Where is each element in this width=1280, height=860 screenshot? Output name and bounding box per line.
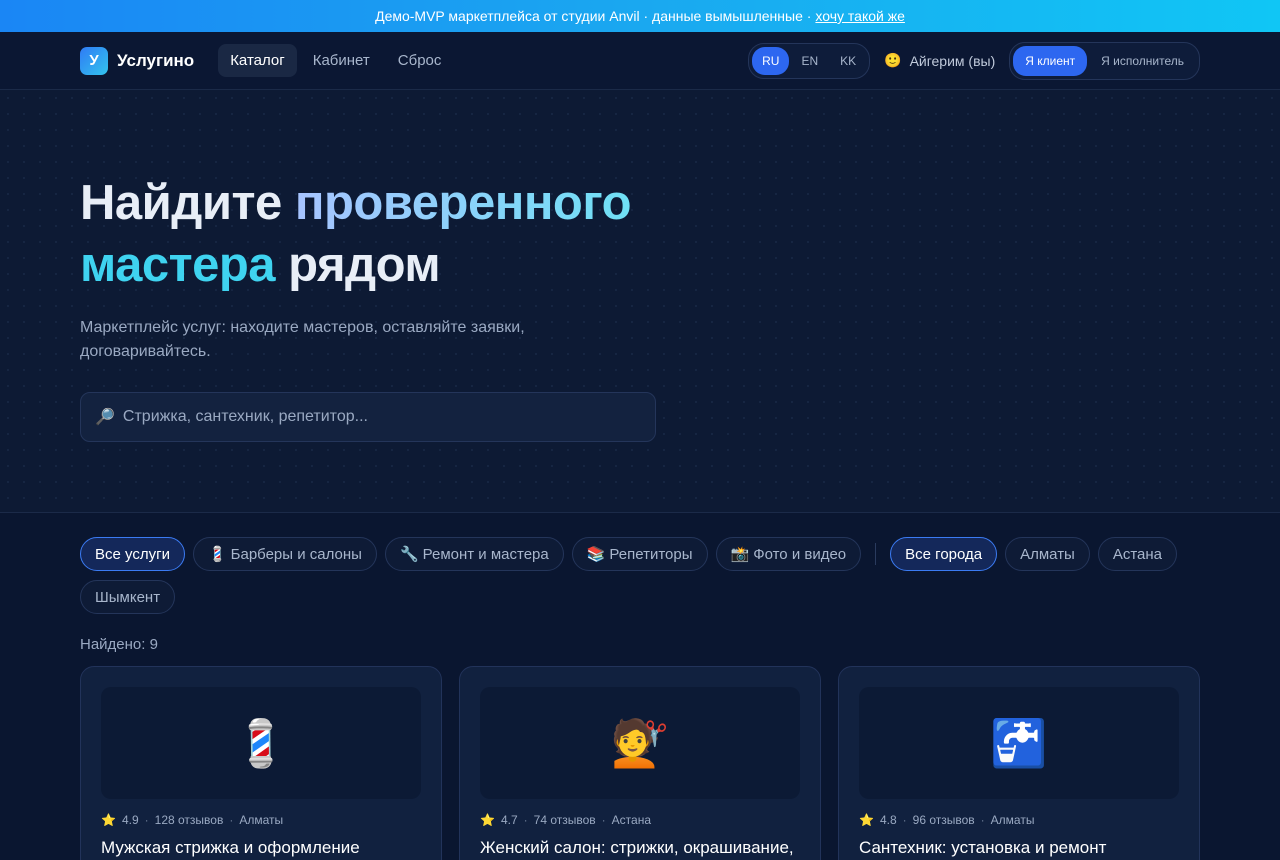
promo-banner: Демо-MVP маркетплейса от студии Anvil · … — [0, 0, 1280, 32]
nav-cabinet[interactable]: Кабинет — [301, 44, 382, 77]
wrench-icon: 🔧 — [399, 546, 419, 563]
service-cards: 💈 ⭐ 4.9 · 128 отзывов · Алматы Мужская с… — [0, 653, 1280, 860]
main-nav: Каталог Кабинет Сброс — [218, 44, 453, 77]
current-user[interactable]: 🙂 Айгерим (вы) — [884, 52, 995, 69]
card-reviews: 128 отзывов — [154, 813, 224, 827]
filter-divider — [875, 543, 877, 565]
filters-bar: Все услуги 💈 Барберы и салоны 🔧 Ремонт и… — [0, 513, 1280, 614]
barber-pole-icon: 💈 — [101, 687, 421, 799]
service-card[interactable]: 💇 ⭐ 4.7 · 74 отзывов · Астана Женский са… — [459, 666, 821, 860]
lang-ru-button[interactable]: RU — [752, 46, 790, 75]
meta-separator: · — [902, 813, 907, 827]
service-card[interactable]: 💈 ⭐ 4.9 · 128 отзывов · Алматы Мужская с… — [80, 666, 442, 860]
card-title: Сантехник: установка и ремонт — [859, 838, 1107, 857]
card-city: Астана — [611, 813, 651, 827]
card-meta: ⭐ 4.8 · 96 отзывов · Алматы — [859, 813, 1179, 827]
hero-title-part: Найдите — [80, 176, 295, 230]
card-meta: ⭐ 4.7 · 74 отзывов · Астана — [480, 813, 800, 827]
nav-catalog[interactable]: Каталог — [218, 44, 297, 77]
hero-title-part: рядом — [275, 238, 441, 292]
card-rating: 4.9 — [121, 813, 139, 827]
meta-separator: · — [229, 813, 234, 827]
star-icon: ⭐ — [859, 813, 874, 827]
card-meta: ⭐ 4.9 · 128 отзывов · Алматы — [101, 813, 421, 827]
role-client-button[interactable]: Я клиент — [1013, 45, 1088, 76]
camera-icon: 📸 — [730, 546, 750, 563]
hero-section: Найдите проверенного мастера рядом Марке… — [0, 90, 1280, 513]
haircut-icon: 💇 — [480, 687, 800, 799]
header-right: RU EN KK 🙂 Айгерим (вы) Я клиент Я испол… — [748, 41, 1200, 80]
card-city: Алматы — [239, 813, 284, 827]
results-count: Найдено: 9 — [80, 636, 158, 653]
search-input[interactable] — [122, 408, 641, 426]
category-chip-repair[interactable]: 🔧 Ремонт и мастера — [384, 537, 564, 571]
logo-text: Услугино — [117, 50, 195, 70]
category-chip-barbers[interactable]: 💈 Барберы и салоны — [192, 537, 377, 571]
hero-subtitle: Маркетплейс услуг: находите мастеров, ос… — [80, 319, 525, 360]
star-icon: ⭐ — [101, 813, 116, 827]
hero-title-highlight: проверенного — [294, 176, 632, 230]
card-title: Мужская стрижка и оформление — [101, 838, 360, 857]
books-icon: 📚 — [586, 546, 606, 563]
city-chip-almaty[interactable]: Алматы — [1005, 537, 1090, 571]
city-chip-astana[interactable]: Астана — [1097, 537, 1178, 571]
card-title: Женский салон: стрижки, окрашивание, — [480, 838, 794, 857]
lang-en-button[interactable]: EN — [791, 47, 828, 75]
meta-separator: · — [980, 813, 985, 827]
faucet-icon: 🚰 — [859, 687, 1179, 799]
card-reviews: 96 отзывов — [912, 813, 975, 827]
hero-title-accent: мастера — [80, 238, 276, 292]
card-city: Алматы — [990, 813, 1035, 827]
search-icon: 🔎 — [95, 409, 115, 426]
card-reviews: 74 отзывов — [533, 813, 596, 827]
meta-separator: · — [601, 813, 606, 827]
star-icon: ⭐ — [480, 813, 495, 827]
category-chip-label: Все услуги — [95, 545, 170, 563]
user-avatar-icon: 🙂 — [884, 52, 902, 68]
lang-kk-button[interactable]: KK — [830, 47, 866, 75]
barber-pole-icon: 💈 — [207, 546, 227, 563]
card-rating: 4.8 — [879, 813, 897, 827]
logo[interactable]: У Услугино — [80, 46, 195, 75]
user-name: Айгерим (вы) — [909, 52, 996, 69]
language-switcher: RU EN KK — [748, 42, 871, 79]
top-header: У Услугино Каталог Кабинет Сброс RU EN K… — [0, 32, 1280, 90]
nav-reset[interactable]: Сброс — [386, 44, 454, 77]
banner-link[interactable]: хочу такой же — [815, 8, 904, 24]
logo-mark-icon: У — [80, 46, 108, 75]
city-chip-all[interactable]: Все города — [890, 537, 998, 571]
category-chip-label: Ремонт и мастера — [422, 545, 549, 563]
search-box: 🔎 — [80, 392, 656, 442]
service-card[interactable]: 🚰 ⭐ 4.8 · 96 отзывов · Алматы Сантехник:… — [838, 666, 1200, 860]
meta-separator: · — [523, 813, 528, 827]
category-chip-label: Репетиторы — [609, 545, 693, 563]
city-chip-shymkent[interactable]: Шымкент — [80, 580, 176, 614]
role-switcher: Я клиент Я исполнитель — [1009, 41, 1200, 80]
card-rating: 4.7 — [500, 813, 518, 827]
category-chip-all[interactable]: Все услуги — [80, 537, 185, 571]
role-executor-button[interactable]: Я исполнитель — [1089, 46, 1196, 76]
category-chip-label: Барберы и салоны — [230, 545, 362, 563]
category-chip-tutors[interactable]: 📚 Репетиторы — [571, 537, 708, 571]
category-chip-label: Фото и видео — [753, 545, 847, 563]
meta-separator: · — [144, 813, 149, 827]
banner-text: Демо-MVP маркетплейса от студии Anvil · … — [375, 8, 812, 24]
category-chip-photo[interactable]: 📸 Фото и видео — [715, 537, 862, 571]
hero-title: Найдите проверенного мастера рядом — [80, 172, 1200, 296]
